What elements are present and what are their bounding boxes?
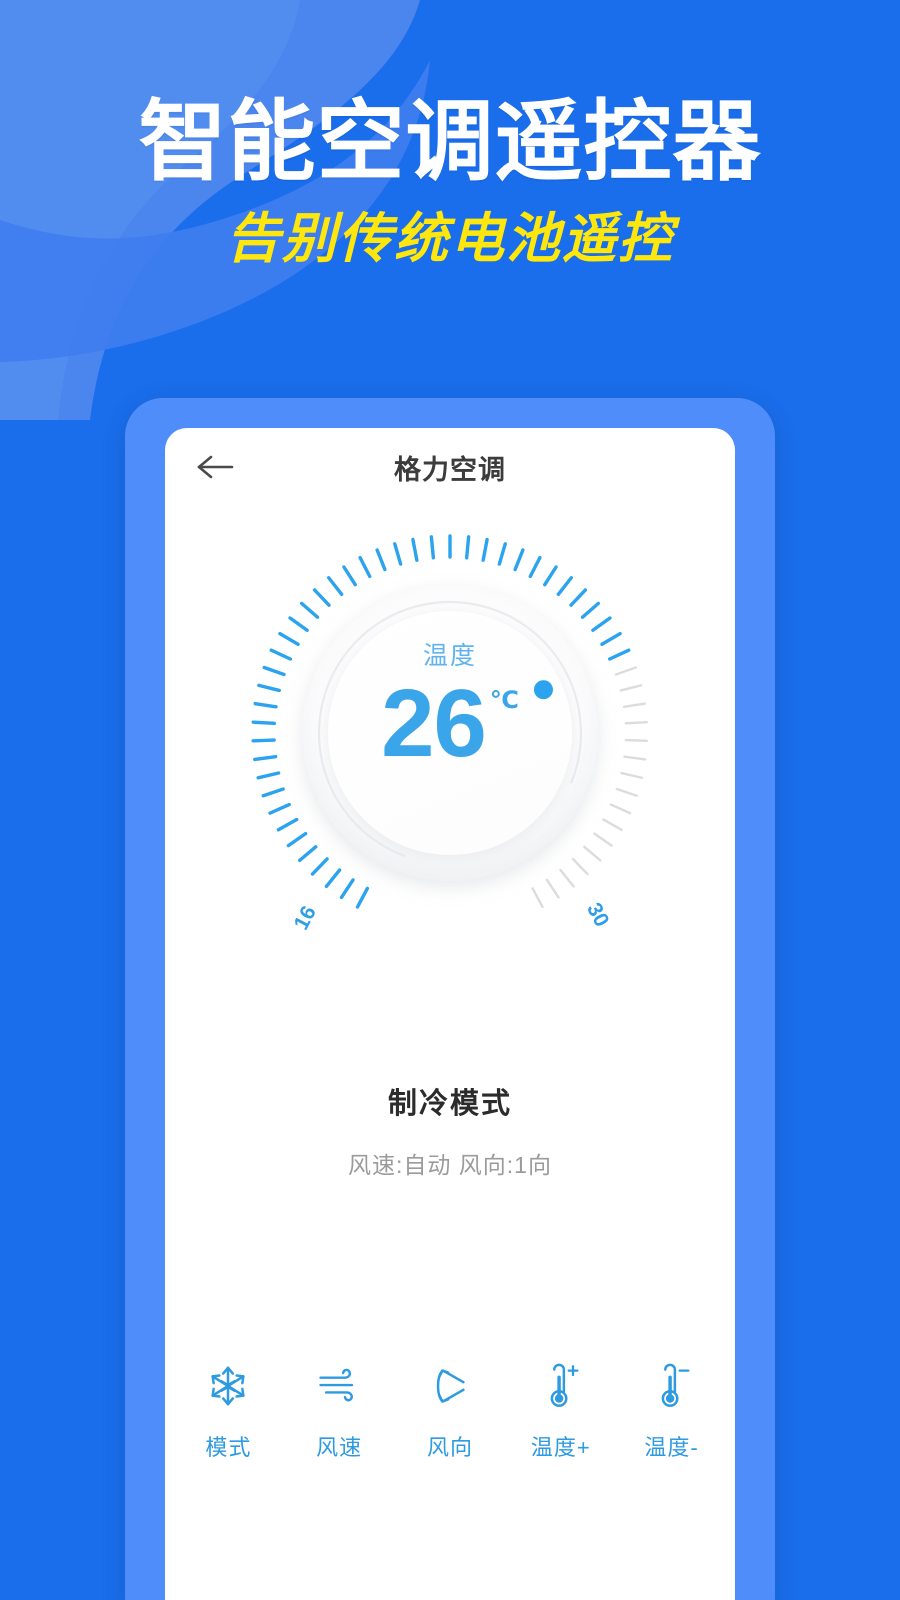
- hero-text-block: 智能空调遥控器 告别传统电池遥控: [0, 0, 900, 269]
- snowflake-icon: [205, 1358, 251, 1414]
- app-bar-title: 格力空调: [394, 454, 506, 485]
- fan-speed-button-label: 风速: [316, 1435, 363, 1460]
- mode-name: 制冷模式: [387, 1088, 512, 1120]
- mode-button-label: 模式: [205, 1435, 252, 1460]
- back-button[interactable]: [189, 444, 241, 490]
- dial-max-label: 30: [582, 899, 613, 930]
- page-title: 智能空调遥控器: [138, 92, 762, 191]
- temperature-up-button-label: 温度+: [530, 1435, 591, 1460]
- wind-icon: [315, 1358, 363, 1414]
- status-block: 制冷模式 风速:自动 风向:1向: [165, 1080, 735, 1180]
- mode-button[interactable]: 模式: [178, 1358, 278, 1462]
- promo-screenshot: 智能空调遥控器 告别传统电池遥控 格力空调 16 30 温度 26 ℃ 制冷模式…: [0, 0, 900, 1600]
- app-bar: 格力空调: [165, 428, 735, 506]
- arrow-left-icon: [197, 455, 234, 479]
- swing-direction-icon: [427, 1358, 473, 1414]
- temperature-dial-area: 16 30 温度 26 ℃: [165, 518, 735, 968]
- fan-speed-button[interactable]: 风速: [289, 1358, 389, 1462]
- status-detail: 风速:自动 风向:1向: [348, 1152, 552, 1178]
- dial-min-label: 16: [290, 902, 321, 933]
- thermometer-plus-icon: [541, 1358, 581, 1414]
- temperature-dial[interactable]: 16 30: [240, 518, 660, 948]
- temperature-down-button[interactable]: 温度-: [622, 1358, 722, 1462]
- temperature-down-button-label: 温度-: [644, 1435, 699, 1460]
- swing-direction-button-label: 风向: [426, 1435, 473, 1460]
- phone-screen: 格力空调 16 30 温度 26 ℃ 制冷模式 风速:自动 风向:1向 模式 风…: [165, 428, 735, 1600]
- temperature-indicator-dot: [533, 680, 553, 700]
- temperature-up-button[interactable]: 温度+: [511, 1358, 611, 1462]
- page-subtitle: 告别传统电池遥控: [226, 209, 674, 269]
- control-bar: 模式 风速 风向 温度+ 温度-: [165, 1358, 735, 1462]
- thermometer-minus-icon: [652, 1358, 692, 1414]
- swing-direction-button[interactable]: 风向: [400, 1358, 500, 1462]
